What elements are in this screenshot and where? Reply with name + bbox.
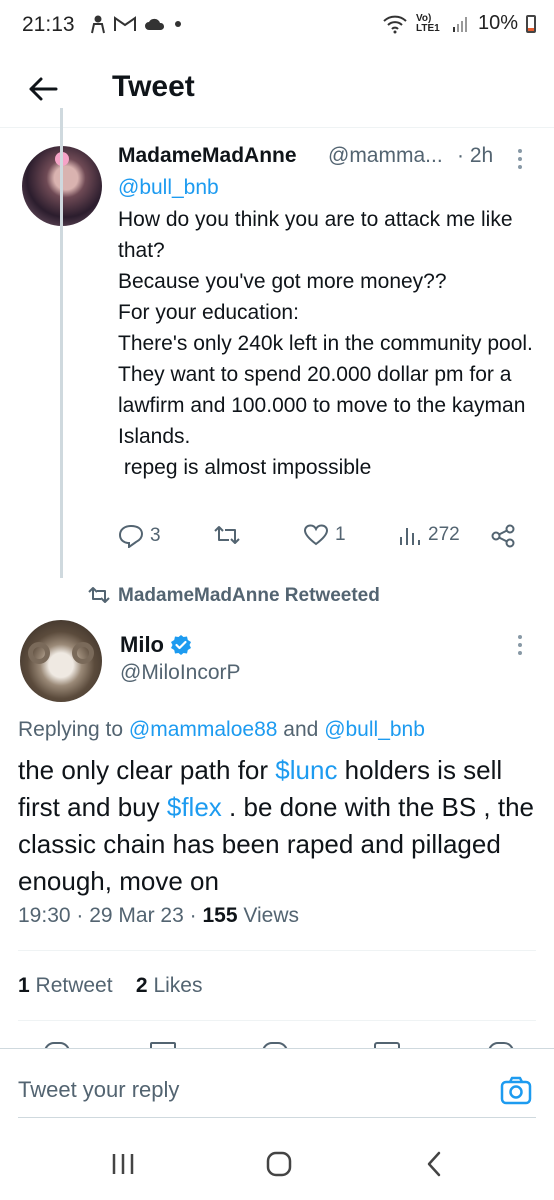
more-options-icon[interactable]	[516, 634, 524, 656]
engagement-stats: 1 Retweet 2 Likes	[18, 974, 202, 998]
replying-and: and	[283, 718, 319, 741]
battery-percent: 10%	[477, 12, 518, 34]
reply-icon	[118, 524, 144, 548]
reply-input[interactable]: Tweet your reply	[18, 1077, 179, 1103]
tweet-time: 19:30	[18, 904, 71, 927]
horn-decoration	[72, 642, 94, 664]
mention-link[interactable]: @bull_bnb	[324, 718, 425, 741]
parent-tweet[interactable]: MadameMadAnne @mamma... · 2h @bull_bnb H…	[0, 128, 554, 578]
page-title: Tweet	[112, 70, 195, 103]
reply-count: 3	[150, 525, 161, 546]
retweeted-text: MadameMadAnne Retweeted	[118, 585, 380, 606]
share-icon	[491, 524, 515, 548]
like-action[interactable]: 1	[303, 524, 346, 546]
retweets-stat[interactable]: 1 Retweet	[18, 974, 113, 997]
tweet-time: · 2h	[457, 144, 494, 167]
reply-action[interactable]: 3	[118, 524, 161, 548]
share-action[interactable]	[490, 524, 516, 548]
verified-badge-icon	[171, 635, 191, 655]
views-count: 272	[428, 524, 460, 545]
tweet-actions: 3 1 272	[118, 524, 528, 554]
tweet-line: They want to spend 20.000 dollar pm for …	[118, 363, 526, 448]
like-count: 1	[335, 524, 346, 545]
tweet-body: the only clear path for $lunc holders is…	[18, 752, 538, 900]
likes-count: 2	[135, 974, 148, 997]
reply-composer: Tweet your reply	[0, 1048, 554, 1130]
back-arrow-icon[interactable]	[26, 72, 60, 106]
views-count: 155	[202, 904, 238, 927]
divider	[18, 950, 536, 951]
input-underline	[18, 1117, 536, 1118]
recent-apps-icon[interactable]	[110, 1152, 136, 1176]
heart-icon	[303, 524, 329, 546]
status-bar: 21:13 Vo) LTE1 10%	[0, 0, 554, 50]
mention-link[interactable]: @mammaloe88	[129, 718, 278, 741]
notification-person-icon	[91, 15, 105, 34]
divider	[18, 1020, 536, 1021]
more-options-icon[interactable]	[516, 148, 524, 170]
signal-icon	[452, 16, 467, 32]
author-name[interactable]: MadameMadAnne	[118, 144, 297, 168]
avatar[interactable]	[20, 620, 102, 702]
likes-stat[interactable]: 2 Likes	[136, 974, 203, 997]
camera-icon[interactable]	[500, 1075, 532, 1105]
replying-prefix: Replying to	[18, 718, 124, 741]
tweet-meta: 19:30 · 29 Mar 23 · 155 Views	[18, 904, 299, 927]
tweet-line: Because you've got more money??	[118, 270, 447, 293]
retweet-action[interactable]	[213, 524, 241, 546]
tweet-line: There's only 240k left in the community …	[118, 332, 533, 355]
notification-icons	[90, 14, 182, 34]
cloud-icon	[145, 18, 165, 30]
thread-connector	[60, 108, 63, 578]
gmail-icon	[114, 16, 136, 31]
author-handle[interactable]: @mamma...	[328, 144, 443, 168]
retweet-icon	[214, 526, 240, 544]
retweet-count: 1	[18, 974, 30, 997]
battery-icon	[526, 14, 536, 33]
tweet-date: 29 Mar 23	[89, 904, 184, 927]
dot-icon	[175, 21, 181, 27]
mention-link[interactable]: @bull_bnb	[118, 176, 219, 200]
cashtag-link[interactable]: $flex	[167, 792, 222, 822]
tweet-body: How do you think you are to attack me li…	[118, 204, 543, 483]
network-type: Vo) LTE1	[415, 12, 440, 34]
retweeted-banner: MadameMadAnne Retweeted	[0, 578, 554, 614]
top-header: Tweet	[0, 50, 554, 128]
views-label: Views	[243, 904, 299, 927]
body-text: the only clear path for	[18, 755, 269, 785]
author-name[interactable]: Milo	[120, 632, 164, 658]
views-action[interactable]: 272	[398, 524, 460, 546]
retweet-label: Retweet	[35, 974, 113, 997]
tweet-line: How do you think you are to attack me li…	[118, 208, 513, 262]
retweet-icon	[88, 587, 110, 603]
author-handle[interactable]: @MiloIncorP	[120, 661, 241, 685]
views-chart-icon	[400, 528, 420, 545]
home-icon[interactable]	[265, 1150, 293, 1178]
wifi-icon	[383, 15, 407, 33]
cashtag-link[interactable]: $lunc	[275, 755, 337, 785]
tweet-line: For your education:	[118, 301, 299, 324]
back-nav-icon[interactable]	[424, 1150, 444, 1178]
likes-label: Likes	[153, 974, 203, 997]
system-nav-bar	[0, 1130, 554, 1200]
replying-to: Replying to @mammaloe88 and @bull_bnb	[18, 718, 425, 742]
status-right: Vo) LTE1 10%	[382, 12, 536, 35]
horn-decoration	[28, 642, 50, 664]
status-time: 21:13	[22, 13, 75, 36]
author-name-row[interactable]: Milo	[120, 632, 192, 658]
tweet-line: repeg is almost impossible	[118, 456, 372, 479]
